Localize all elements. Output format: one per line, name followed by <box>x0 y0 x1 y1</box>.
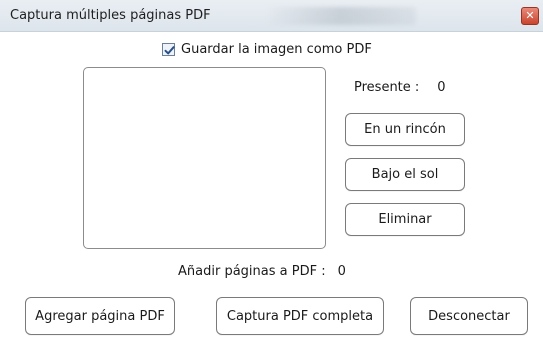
delete-button[interactable]: Eliminar <box>345 203 465 236</box>
add-pdf-page-button[interactable]: Agregar página PDF <box>25 297 175 335</box>
present-label: Presente : <box>354 80 420 95</box>
disconnect-button[interactable]: Desconectar <box>410 297 528 335</box>
window-title: Captura múltiples páginas PDF <box>10 8 211 23</box>
sun-button-label: Bajo el sol <box>371 167 439 182</box>
title-bar: Captura múltiples páginas PDF ✕ <box>0 0 543 32</box>
save-as-pdf-option[interactable]: Guardar la imagen como PDF <box>162 40 372 58</box>
add-pdf-page-label: Agregar página PDF <box>35 308 165 324</box>
added-pages-label: Añadir páginas a PDF : <box>178 264 326 279</box>
save-as-pdf-checkbox[interactable] <box>162 42 175 56</box>
image-preview-area <box>83 67 326 249</box>
save-as-pdf-label: Guardar la imagen como PDF <box>181 41 372 57</box>
added-pages-counter: Añadir páginas a PDF : 0 <box>178 264 346 279</box>
capture-dialog: Captura múltiples páginas PDF ✕ Guardar … <box>0 0 543 340</box>
full-pdf-capture-label: Captura PDF completa <box>226 308 374 324</box>
present-value: 0 <box>437 80 446 95</box>
full-pdf-capture-button[interactable]: Captura PDF completa <box>216 297 384 335</box>
background-window-ghost <box>266 7 416 25</box>
corner-button-label: En un rincón <box>364 122 446 137</box>
disconnect-label: Desconectar <box>428 308 510 324</box>
close-icon: ✕ <box>525 9 535 22</box>
checkmark-icon <box>164 45 175 54</box>
added-pages-value: 0 <box>337 264 346 279</box>
corner-button[interactable]: En un rincón <box>345 113 465 146</box>
delete-button-label: Eliminar <box>378 212 432 227</box>
close-button[interactable]: ✕ <box>521 7 539 25</box>
sun-button[interactable]: Bajo el sol <box>345 158 465 191</box>
present-counter: Presente : 0 <box>354 80 446 95</box>
